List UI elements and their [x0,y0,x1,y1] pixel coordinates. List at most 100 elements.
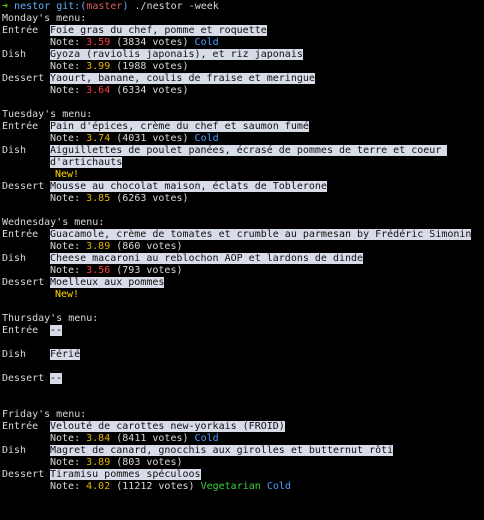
vote-count: (1988 votes) [116,61,189,72]
dish-line: Moelleux aux pommes [50,277,482,289]
dish-name: Foie gras du chef, pomme et roquette [50,25,267,36]
vote-count: (6334 votes) [116,85,189,96]
course-row: Entrée Pain d'épices, crème du chef et sa… [2,121,482,145]
course-content: Gyoza (raviolis japonais), et riz japona… [50,49,482,73]
dish-line: Aiguillettes de poulet panées, écrasé de… [50,145,482,169]
dish-name: Magret de canard, gnocchis aux girolles … [50,445,394,456]
rating-line: Note: 3.99 (1988 votes) [50,61,482,73]
dish-line: Yaourt, banane, coulis de fraise et meri… [50,73,482,85]
rating-label: Note: [50,433,81,444]
dish-line: Pain d'épices, crème du chef et saumon f… [50,121,482,133]
dish-line: Guacamole, crème de tomates et crumble a… [50,229,482,241]
vote-count: (6263 votes) [116,193,189,204]
course-label: Entrée [2,229,39,240]
course-row: Dish Magret de canard, gnocchis aux girol… [2,445,482,469]
rating-line: Note: 4.02 (11212 votes) Vegetarian Cold [50,481,482,493]
rating-line: Note: 3.85 (6263 votes) [50,193,482,205]
rating-score: 3.84 [86,433,111,444]
rating-line: Note: 3.74 (4031 votes) Cold [50,133,482,145]
dish-line: -- [50,325,482,337]
rating-label: Note: [50,457,81,468]
day-menu: Thursday's menu: Entrée -- Dish Férié Dessert… [2,313,482,385]
day-title: Thursday's menu: [2,313,99,324]
course-row: Dessert Yaourt, banane, coulis de fraise … [2,73,482,97]
terminal-window[interactable]: ➜ nestor git:(master) ./nestor -week Mon… [0,0,484,520]
course-content: -- [50,325,482,337]
rating-line: Note: 3.84 (8411 votes) Cold [50,433,482,445]
rating-line: Note: 3.56 (793 votes) [50,265,482,277]
course-label: Dessert [2,373,45,384]
dish-line: Férié [50,349,482,361]
course-label: Entrée [2,325,39,336]
day-menu: Monday's menu: Entrée Foie gras du chef, p… [2,13,482,97]
rating-label: Note: [50,193,81,204]
dish-name: Guacamole, crème de tomates et crumble a… [50,229,472,240]
rating-score: 3.89 [86,241,111,252]
day-title: Friday's menu: [2,409,87,420]
course-content: Velouté de carottes new-yorkais (FROID) N… [50,421,482,445]
rating-label: Note: [50,241,81,252]
course-row: Dish Gyoza (raviolis japonais), et riz ja… [2,49,482,73]
day-title: Tuesday's menu: [2,109,93,120]
new-badge: New! [55,169,80,180]
rating-label: Note: [50,265,81,276]
dish-name: Tiramisu pommes spéculoos [50,469,201,480]
vote-count: (8411 votes) [116,433,189,444]
course-content: Aiguillettes de poulet panées, écrasé de… [50,145,482,181]
course-content: Foie gras du chef, pomme et roquette Note… [50,25,482,49]
rating-score: 3.74 [86,133,111,144]
cold-tag: Cold [266,481,291,492]
dish-name: Férié [50,349,81,360]
weekly-menu: Monday's menu: Entrée Foie gras du chef, p… [2,13,482,493]
day-menu: Wednesday's menu: Entrée Guacamole, crème … [2,217,482,301]
rating-label: Note: [50,481,81,492]
course-label: Dessert [2,469,45,480]
course-content: Tiramisu pommes spéculoos Note: 4.02 (112… [50,469,482,493]
dish-line: -- [50,373,482,385]
day-title: Wednesday's menu: [2,217,105,228]
rating-label: Note: [50,37,81,48]
course-label: Entrée [2,121,39,132]
prompt-command: ./nestor -week [134,1,219,12]
dish-line: Magret de canard, gnocchis aux girolles … [50,445,482,457]
cold-tag: Cold [194,133,219,144]
course-content: Cheese macaroni au reblochon AOP et lard… [50,253,482,277]
course-row: Dessert Mousse au chocolat maison, éclats… [2,181,482,205]
dish-name: -- [50,325,63,336]
dish-line: Mousse au chocolat maison, éclats de Tob… [50,181,482,193]
course-row: Entrée Velouté de carottes new-yorkais (F… [2,421,482,445]
rating-label: Note: [50,133,81,144]
course-row: Dish Cheese macaroni au reblochon AOP et … [2,253,482,277]
course-content: Moelleux aux pommes New! [50,277,482,301]
course-label: Entrée [2,25,39,36]
vote-count: (860 votes) [116,241,183,252]
vote-count: (803 votes) [116,457,183,468]
dish-name: Aiguillettes de poulet panées, écrasé de… [50,145,448,168]
course-label: Dessert [2,277,45,288]
cold-tag: Cold [194,433,219,444]
course-label: Dish [2,49,27,60]
course-row: Dessert Tiramisu pommes spéculoos Note: 4.… [2,469,482,493]
course-row: Dessert Moelleux aux pommes New! [2,277,482,301]
vote-count: (11212 votes) [116,481,195,492]
rating-score: 4.02 [86,481,111,492]
dish-name: Mousse au chocolat maison, éclats de Tob… [50,181,327,192]
rating-label: Note: [50,61,81,72]
rating-score: 3.59 [86,37,111,48]
dish-line: Gyoza (raviolis japonais), et riz japona… [50,49,482,61]
day-menu: Friday's menu: Entrée Velouté de carottes … [2,409,482,493]
vegetarian-tag: Vegetarian [200,481,261,492]
rating-score: 3.89 [86,457,111,468]
course-content: Mousse au chocolat maison, éclats de Tob… [50,181,482,205]
course-label: Entrée [2,421,39,432]
dish-name: Moelleux aux pommes [50,277,165,288]
dish-line: Foie gras du chef, pomme et roquette [50,25,482,37]
vote-count: (793 votes) [116,265,183,276]
rating-score: 3.99 [86,61,111,72]
course-row: Entrée Guacamole, crème de tomates et cru… [2,229,482,253]
vote-count: (3834 votes) [116,37,189,48]
